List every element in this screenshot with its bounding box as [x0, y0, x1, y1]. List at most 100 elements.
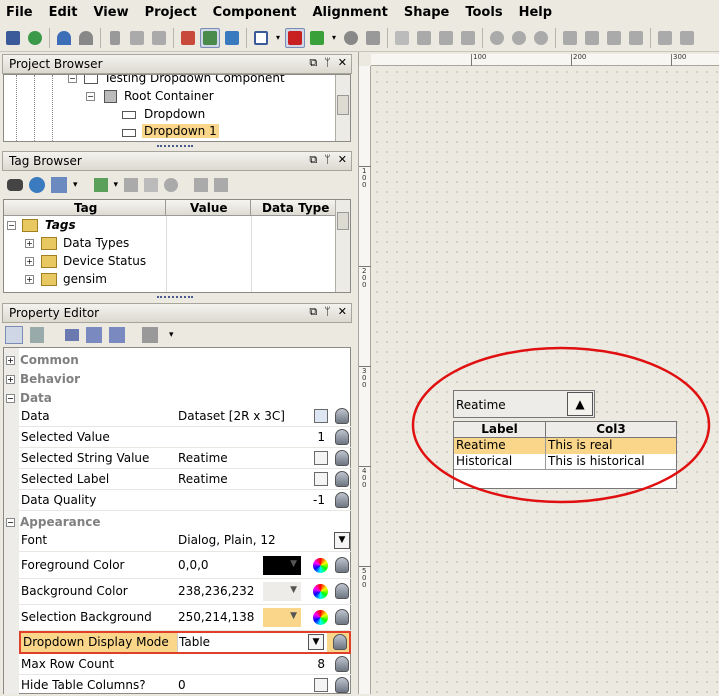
preview-stop-icon[interactable] [285, 27, 305, 48]
chevron-down-icon[interactable]: ▼ [334, 532, 350, 549]
column-header-data-type[interactable]: Data Type [262, 201, 329, 215]
shape-icon[interactable] [436, 28, 456, 48]
restore-icon[interactable]: ⧉ [309, 56, 317, 70]
chevron-down-icon[interactable]: ▾ [273, 28, 283, 48]
tree-item-dropdown-1[interactable]: Dropdown 1 [122, 124, 322, 141]
binding-icon[interactable] [335, 677, 349, 693]
menu-alignment[interactable]: Alignment [312, 5, 387, 20]
binding-icon[interactable] [335, 583, 349, 599]
bindings-icon[interactable] [86, 327, 102, 343]
layout-icon[interactable] [414, 28, 434, 48]
tag-tree-item-tags[interactable]: − Tags [7, 217, 157, 235]
property-row-data[interactable]: Data Dataset [2R x 3C] [19, 406, 352, 427]
property-row-foreground-color[interactable]: Foreground Color 0,0,0 ▼ [19, 553, 352, 579]
gear-icon[interactable] [341, 28, 361, 48]
color-wheel-icon[interactable] [313, 558, 328, 573]
binding-icon[interactable] [335, 492, 349, 508]
paste-icon[interactable] [149, 28, 169, 48]
add-tag-icon[interactable] [93, 178, 108, 192]
property-row-selected-label[interactable]: Selected Label Reatime [19, 469, 352, 490]
chevron-down-icon[interactable]: ▾ [114, 180, 119, 190]
opc-icon[interactable] [144, 178, 159, 192]
menu-edit[interactable]: Edit [49, 5, 78, 20]
section-appearance[interactable]: − Appearance [6, 515, 101, 529]
property-row-dropdown-display-mode[interactable]: Dropdown Display Mode Table ▼ [19, 631, 351, 654]
comm-read-only-icon[interactable] [200, 27, 220, 48]
close-icon[interactable]: ✕ [338, 305, 347, 319]
binding-icon[interactable] [335, 557, 349, 573]
chevron-down-icon[interactable]: ▾ [169, 330, 174, 340]
redo-icon[interactable] [76, 28, 96, 48]
chevron-down-icon[interactable]: ▾ [329, 28, 339, 48]
close-icon[interactable]: ✕ [338, 56, 347, 70]
vertical-scrollbar[interactable] [335, 75, 350, 141]
menu-component[interactable]: Component [213, 5, 297, 20]
expand-icon[interactable]: + [25, 257, 34, 266]
customizer-icon[interactable] [109, 327, 125, 343]
align-left-icon[interactable] [560, 28, 580, 48]
expand-icon[interactable]: + [25, 239, 34, 248]
property-row-font[interactable]: Font Dialog, Plain, 12 ▼ [19, 530, 352, 552]
edit-icon[interactable] [314, 472, 328, 486]
align-right-icon[interactable] [604, 28, 624, 48]
binding-icon[interactable] [335, 450, 349, 466]
edit-icon[interactable] [314, 451, 328, 465]
collapse-icon[interactable]: − [7, 221, 16, 230]
categorized-view-icon[interactable] [5, 326, 23, 344]
menu-file[interactable]: File [6, 5, 33, 20]
color-swatch[interactable]: ▼ [263, 556, 301, 575]
align-middle-icon[interactable] [677, 28, 697, 48]
color-swatch[interactable]: ▼ [263, 608, 301, 627]
save-publish-icon[interactable] [25, 28, 45, 48]
chevron-down-icon[interactable]: ▼ [308, 634, 324, 650]
lock-icon[interactable] [363, 28, 383, 48]
zoom-out-icon[interactable] [509, 28, 529, 48]
import-icon[interactable] [194, 178, 209, 192]
window-icon[interactable] [251, 28, 271, 48]
pin-icon[interactable]: ᛘ [324, 153, 331, 167]
edit-icon[interactable] [314, 678, 328, 692]
binding-icon[interactable] [335, 471, 349, 487]
menu-shape[interactable]: Shape [404, 5, 450, 20]
refresh-icon[interactable] [29, 177, 45, 193]
close-icon[interactable]: ✕ [338, 153, 347, 167]
property-row-hide-table-columns[interactable]: Hide Table Columns? 0 [19, 675, 352, 696]
sort-az-icon[interactable] [30, 327, 44, 343]
filter-icon[interactable] [142, 327, 158, 343]
binding-icon[interactable] [335, 408, 349, 424]
color-wheel-icon[interactable] [313, 584, 328, 599]
collapse-icon[interactable]: − [68, 75, 77, 83]
tag-tree-item-gensim[interactable]: + gensim [25, 271, 175, 289]
component-palette-icon[interactable] [307, 28, 327, 48]
resize-grip[interactable] [157, 145, 193, 148]
chevron-down-icon[interactable]: ▾ [73, 180, 78, 190]
property-row-selected-value[interactable]: Selected Value 1 [19, 427, 352, 448]
align-top-icon[interactable] [626, 28, 646, 48]
export-icon[interactable] [214, 178, 229, 192]
comm-read-write-icon[interactable] [222, 28, 242, 48]
restore-icon[interactable]: ⧉ [309, 305, 317, 319]
menu-view[interactable]: View [93, 5, 128, 20]
pin-icon[interactable]: ᛘ [324, 56, 331, 70]
column-header-value[interactable]: Value [190, 201, 228, 215]
color-wheel-icon[interactable] [313, 610, 328, 625]
property-row-selected-string-value[interactable]: Selected String Value Reatime [19, 448, 352, 469]
property-row-max-row-count[interactable]: Max Row Count 8 [19, 654, 352, 675]
menu-help[interactable]: Help [519, 5, 552, 20]
tag-tree-item-device-status[interactable]: + Device Status [25, 253, 175, 271]
vertical-scrollbar[interactable] [335, 200, 350, 292]
timer-icon[interactable] [164, 178, 179, 192]
comm-off-icon[interactable] [178, 28, 198, 48]
property-row-selection-background[interactable]: Selection Background 250,214,138 ▼ [19, 605, 352, 631]
pin-icon[interactable]: ᛘ [324, 305, 331, 319]
section-behavior[interactable]: + Behavior [6, 372, 80, 386]
align-bottom-icon[interactable] [655, 28, 675, 48]
section-common[interactable]: + Common [6, 353, 79, 367]
transform-icon[interactable] [458, 28, 478, 48]
dataset-viewer-icon[interactable] [314, 409, 328, 423]
properties-icon[interactable] [65, 329, 79, 341]
restore-icon[interactable]: ⧉ [309, 153, 317, 167]
binoculars-icon[interactable] [7, 179, 23, 191]
menu-project[interactable]: Project [145, 5, 197, 20]
zoom-reset-icon[interactable] [531, 28, 551, 48]
